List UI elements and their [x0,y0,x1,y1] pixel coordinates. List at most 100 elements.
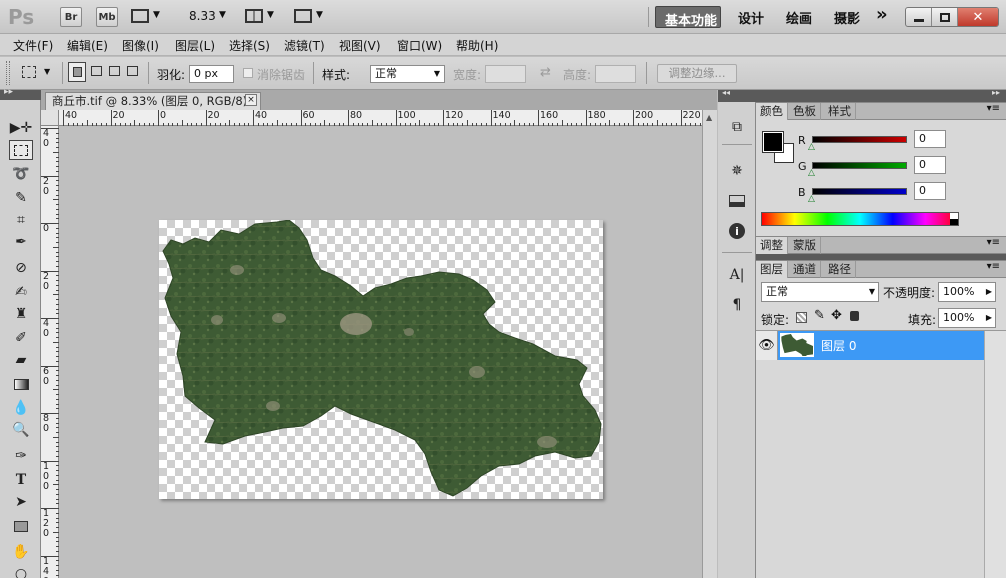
menu-help[interactable]: 帮助(H) [456,37,498,54]
refine-edge-button[interactable]: 调整边缘... [657,64,737,83]
tab-color[interactable]: 颜色 [756,103,788,120]
restore-button[interactable] [932,8,958,26]
rectangular-marquee-tool[interactable] [9,140,33,160]
slider-thumb-icon[interactable]: △ [808,194,815,204]
navigator-panel-button[interactable]: ✵ [728,162,746,180]
view-extras-dropdown[interactable]: ▼ [131,9,167,25]
mini-bridge-button[interactable]: Mb [96,7,118,27]
black-swatch[interactable] [950,219,958,225]
menu-edit[interactable]: 编辑(E) [67,37,108,54]
layers-scrollbar[interactable] [984,331,1006,578]
gradient-tool[interactable] [9,374,33,394]
workspace-painting-button[interactable]: 绘画 [786,8,812,27]
histogram-panel-button[interactable] [728,192,746,210]
workspace-essentials-button[interactable]: 基本功能 [655,6,721,29]
document-canvas[interactable] [159,219,603,499]
add-to-selection-button[interactable] [88,62,106,82]
menu-select[interactable]: 选择(S) [229,37,270,54]
tools-panel-header[interactable]: ▸▸ [0,87,41,100]
new-selection-button[interactable] [68,62,86,82]
tab-styles[interactable]: 样式 [824,103,856,120]
ruler-origin[interactable] [41,110,59,126]
brush-tool[interactable]: ✍ [9,282,33,302]
spot-healing-tool[interactable]: ⊘ [9,258,33,278]
grip-handle[interactable] [6,61,10,85]
panel-menu-icon[interactable]: ▾≡ [987,103,1000,114]
zoom-tool[interactable]: ○ [9,564,33,578]
lasso-tool[interactable]: ➰ [9,164,33,184]
paragraph-panel-button[interactable]: ¶ [728,296,746,314]
document-tab[interactable]: 商丘市.tif @ 8.33% (图层 0, RGB/8) × [45,92,261,110]
red-value-input[interactable]: 0 [914,130,946,148]
clone-stamp-tool[interactable]: ♜ [9,304,33,324]
workspace-photography-button[interactable]: 摄影 [834,8,860,27]
blue-value-input[interactable]: 0 [914,182,946,200]
swap-icon[interactable]: ⇄ [540,65,551,80]
style-select[interactable]: 正常 ▼ [370,65,445,83]
close-button[interactable]: ✕ [958,8,998,26]
lock-position-icon[interactable]: ✥ [831,308,842,323]
lock-all-icon[interactable] [850,311,859,321]
foreground-color-swatch[interactable] [762,131,784,153]
menu-layer[interactable]: 图层(L) [175,37,215,54]
lock-transparency-icon[interactable] [796,312,807,323]
red-slider[interactable] [812,136,907,143]
green-slider[interactable] [812,162,907,169]
screen-mode-dropdown[interactable]: ▼ [294,9,330,25]
pen-tool[interactable]: ✑ [9,446,33,466]
scroll-up-icon[interactable]: ▲ [706,113,712,122]
arrange-documents-dropdown[interactable]: ▼ [245,9,281,25]
horizontal-ruler[interactable]: 40 20 0 20 40 60 80 100 120 140 160 180 200 220 [59,110,702,126]
hand-tool[interactable]: ✋ [9,542,33,562]
eyedropper-tool[interactable]: ✒ [9,232,33,252]
width-input[interactable] [485,65,526,83]
blend-mode-select[interactable]: 正常 ▼ [761,282,879,302]
panel-dock-header[interactable]: ◂◂ [718,88,756,102]
height-input[interactable] [595,65,636,83]
info-panel-button[interactable]: i [728,222,746,240]
chevron-right-icon[interactable]: ▶ [986,283,992,301]
blur-tool[interactable]: 💧 [9,398,33,418]
fill-input[interactable]: 100% ▶ [938,308,996,328]
close-document-button[interactable]: × [245,94,257,106]
zoom-level-dropdown[interactable]: 8.33 ▼ [189,9,233,25]
slider-thumb-icon[interactable]: △ [808,142,815,152]
tool-preset-picker[interactable]: ▼ [18,63,58,83]
menu-image[interactable]: 图像(I) [122,37,159,54]
antialias-checkbox[interactable] [243,68,253,78]
crop-tool[interactable]: ⌗ [9,210,33,230]
quick-selection-tool[interactable]: ✎ [9,188,33,208]
vertical-ruler[interactable]: 4 0 2 0 0 2 0 4 0 6 0 8 0 1 0 0 1 2 0 1 4 0 [41,126,59,578]
subtract-from-selection-button[interactable] [106,62,124,82]
layer-visibility-toggle[interactable]: 👁 [756,331,778,360]
minimize-button[interactable] [906,8,932,26]
more-workspaces-button[interactable]: » [876,4,888,25]
tab-swatches[interactable]: 色板 [789,103,821,120]
menu-filter[interactable]: 滤镜(T) [284,37,325,54]
workspace-design-button[interactable]: 设计 [738,8,764,27]
menu-view[interactable]: 视图(V) [339,37,381,54]
rectangle-shape-tool[interactable] [9,516,33,536]
feather-input[interactable]: 0 px [189,65,234,83]
tab-adjustments[interactable]: 调整 [756,237,788,254]
type-tool[interactable]: T [9,470,33,490]
history-panel-button[interactable]: ⧉ [728,118,746,136]
green-value-input[interactable]: 0 [914,156,946,174]
vertical-scrollbar[interactable]: ▲ [702,110,717,578]
menu-file[interactable]: 文件(F) [13,37,53,54]
panel-menu-icon[interactable]: ▾≡ [987,237,1000,248]
slider-thumb-icon[interactable]: △ [808,168,815,178]
right-panels-header[interactable]: ▸▸ [756,88,1006,102]
dodge-tool[interactable]: 🔍 [9,420,33,440]
panel-menu-icon[interactable]: ▾≡ [987,261,1000,272]
path-selection-tool[interactable]: ➤ [9,492,33,512]
chevron-right-icon[interactable]: ▶ [986,309,992,327]
bridge-button[interactable]: Br [60,7,82,27]
tab-layers[interactable]: 图层 [756,261,788,278]
color-spectrum-ramp[interactable] [761,212,959,226]
tab-channels[interactable]: 通道 [789,261,821,278]
character-panel-button[interactable]: A| [728,266,746,284]
move-tool[interactable]: ▶✛ [9,118,33,138]
menu-window[interactable]: 窗口(W) [397,37,442,54]
blue-slider[interactable] [812,188,907,195]
